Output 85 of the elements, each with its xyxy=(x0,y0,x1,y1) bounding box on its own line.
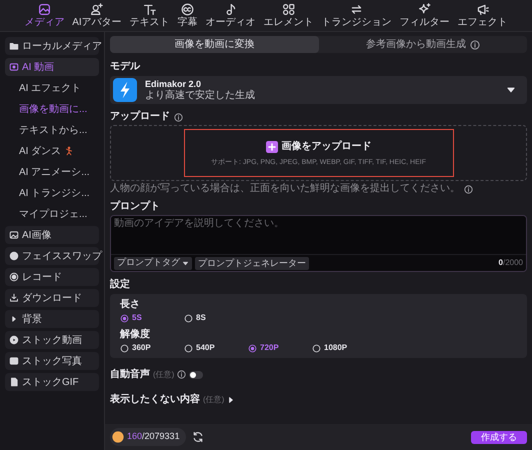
section-label: アップロード xyxy=(110,111,170,123)
radio-option[interactable]: 540P xyxy=(184,342,248,354)
toolbar-tab[interactable]: メディア xyxy=(23,3,66,29)
megaphone-icon xyxy=(476,3,490,16)
toolbar-tab[interactable]: テキスト xyxy=(128,3,171,29)
lightning-logo-icon xyxy=(113,78,137,102)
sidebar-subitem[interactable]: AI エフェクト xyxy=(5,79,99,97)
prompt-input[interactable]: 動画のアイデアを説明してください。 xyxy=(111,216,526,254)
model-selector[interactable]: Edimakor 2.0 より高速で安定した生成 xyxy=(110,76,527,104)
arrows-icon xyxy=(350,3,364,16)
sidebar-subitem[interactable]: テキストから... xyxy=(5,121,99,139)
shapes-icon xyxy=(282,3,296,16)
optional-tag: (任意) xyxy=(153,368,174,380)
caret-down-icon xyxy=(506,85,516,95)
sidebar-subitem[interactable]: 画像を動画に... xyxy=(5,100,99,118)
sidebar-item[interactable]: ダウンロード xyxy=(5,289,99,307)
prompt-generator-button[interactable]: プロンプトジェネレーター xyxy=(195,256,309,270)
mode-tab[interactable]: 画像を動画に変換 xyxy=(110,36,318,53)
upload-image-button[interactable]: 画像をアップロード xyxy=(266,139,372,154)
toolbar-tab[interactable]: オーディオ xyxy=(204,3,257,29)
info-icon xyxy=(470,40,480,50)
setting-label: 解像度 xyxy=(120,328,151,341)
folder-icon xyxy=(9,41,19,51)
sidebar-item[interactable]: ローカルメディア xyxy=(5,37,99,55)
caret-down-icon xyxy=(182,260,189,266)
optional-tag: (任意) xyxy=(203,394,224,406)
image-icon xyxy=(38,3,51,16)
toolbar-tab[interactable]: エフェクト xyxy=(456,3,509,29)
upload-note: 人物の顔が写っている場合は、正面を向いた鮮明な画像を提出してください。 xyxy=(110,183,460,195)
toolbar-tab[interactable]: トランジション xyxy=(320,3,393,29)
auto-audio-toggle[interactable] xyxy=(189,370,204,378)
person-plus-icon xyxy=(90,3,104,16)
character-count: 0/2000 xyxy=(498,257,523,269)
toolbar-tab[interactable]: 字幕 xyxy=(176,3,199,29)
setting-label: 長さ xyxy=(120,298,141,311)
image-icon xyxy=(9,230,19,240)
sidebar-subitem[interactable]: AI アニメーシ... xyxy=(5,163,99,181)
section-label: モデル xyxy=(110,61,142,73)
negative-prompt-label: 表示したくない内容 xyxy=(110,392,200,407)
refresh-button[interactable] xyxy=(192,431,204,443)
record-icon xyxy=(9,272,19,282)
captions-icon xyxy=(181,3,194,16)
toolbar-tab[interactable]: AIアバター xyxy=(71,3,123,29)
section-label: 設定 xyxy=(110,279,131,291)
sidebar-item[interactable]: レコード xyxy=(5,268,99,286)
sidebar-item[interactable]: AI 動画 xyxy=(5,58,99,76)
download-icon xyxy=(9,293,19,303)
radio-option[interactable]: 5S xyxy=(120,312,184,324)
music-note-icon xyxy=(224,3,238,16)
radio-option[interactable]: 1080P xyxy=(312,342,376,354)
info-icon xyxy=(174,112,183,122)
sidebar-subitem[interactable]: AI トランジシ... xyxy=(5,184,99,202)
radio-option[interactable]: 720P xyxy=(248,342,312,354)
coin-icon xyxy=(112,431,124,443)
sparkle-icon xyxy=(418,3,432,16)
credit-count: 160/2079331 xyxy=(127,430,180,444)
sidebar-subitem[interactable]: マイプロジェ... xyxy=(5,205,99,223)
info-icon xyxy=(464,184,473,194)
video-frame-icon xyxy=(9,62,19,72)
radio-option[interactable]: 8S xyxy=(184,312,248,324)
section-label: プロンプト xyxy=(110,201,161,213)
model-description: より高速で安定した生成 xyxy=(145,90,256,102)
create-button[interactable]: 作成する xyxy=(471,430,527,444)
photo-icon xyxy=(9,356,19,366)
info-icon xyxy=(177,370,186,379)
sidebar-item[interactable]: ストック写真 xyxy=(5,352,99,370)
sidebar-item[interactable]: ストック動画 xyxy=(5,331,99,349)
sidebar-subitem[interactable]: AI ダンス xyxy=(5,142,99,160)
text-icon xyxy=(143,3,156,16)
sidebar-item[interactable]: ストックGIF xyxy=(5,373,99,391)
sidebar-item[interactable]: 背景 xyxy=(5,310,99,328)
play-circle-icon xyxy=(9,335,19,345)
auto-audio-label: 自動音声 xyxy=(110,367,150,382)
model-name: Edimakor 2.0 xyxy=(145,78,202,90)
gif-file-icon xyxy=(9,377,19,387)
refresh-icon xyxy=(192,431,204,443)
radio-option[interactable]: 360P xyxy=(120,342,184,354)
caret-right-icon xyxy=(227,396,236,404)
toolbar-tab[interactable]: エレメント xyxy=(262,3,315,29)
plus-icon xyxy=(266,140,278,152)
mode-tab[interactable]: 参考画像から動画生成 xyxy=(318,36,527,53)
sidebar-item[interactable]: AI画像 xyxy=(5,226,99,244)
dancer-icon xyxy=(64,146,74,156)
prompt-tag-dropdown[interactable]: プロンプトタグ xyxy=(114,256,192,270)
toolbar-tab[interactable]: フィルター xyxy=(398,3,451,29)
